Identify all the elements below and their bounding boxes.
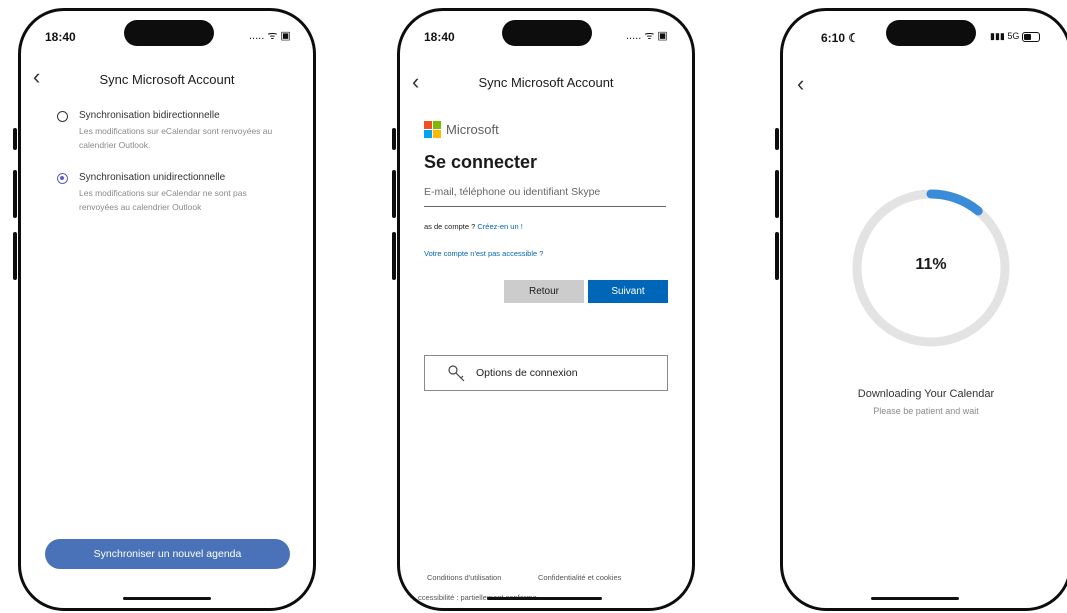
radio-button[interactable] — [57, 111, 68, 122]
status-time-label: 6:10 — [821, 31, 846, 45]
phone-sync-options: 18:40 ..... ᯤ ▣ ‹ Sync Microsoft Account… — [18, 8, 316, 611]
signin-options-button[interactable]: Options de connexion — [424, 355, 668, 391]
status-time: 18:40 — [45, 30, 76, 44]
option-title: Synchronisation unidirectionnelle — [79, 172, 226, 183]
back-icon[interactable]: ‹ — [797, 73, 804, 95]
side-button — [392, 232, 396, 280]
home-indicator — [487, 597, 602, 600]
option-unidirectional[interactable]: Synchronisation unidirectionnelle Les mo… — [57, 172, 291, 216]
email-field[interactable]: E-mail, téléphone ou identifiant Skype — [424, 186, 666, 207]
page-title: Sync Microsoft Account — [99, 72, 235, 87]
privacy-link[interactable]: Confidentialité et cookies — [538, 573, 621, 582]
email-placeholder: E-mail, téléphone ou identifiant Skype — [424, 186, 601, 198]
microsoft-logo-icon — [424, 121, 441, 138]
status-icons: ..... ᯤ ▣ — [626, 30, 668, 42]
no-account-label: as de compte ? — [424, 222, 478, 231]
terms-link[interactable]: Conditions d'utilisation — [427, 573, 501, 582]
side-button — [392, 170, 396, 218]
signin-options-label: Options de connexion — [476, 367, 578, 379]
status-time: 18:40 — [424, 30, 455, 44]
sync-new-calendar-button[interactable]: Synchroniser un nouvel agenda — [45, 539, 290, 569]
signin-heading: Se connecter — [424, 152, 538, 172]
status-icons: ..... ᯤ ▣ — [249, 30, 291, 42]
download-subtitle: Please be patient and wait — [873, 406, 979, 416]
page-title: Sync Microsoft Account — [478, 75, 614, 90]
side-button — [775, 232, 779, 280]
home-indicator — [123, 597, 211, 600]
no-account-text: as de compte ? Créez-en un ! — [424, 222, 523, 231]
dynamic-island — [502, 20, 592, 46]
phone-download-progress: 6:10 ☾ ▮▮▮ 5G ‹ 11% Downloading Your Cal… — [780, 8, 1067, 611]
option-description: Les modifications sur eCalendar ne sont … — [79, 188, 247, 212]
side-button — [13, 170, 17, 218]
side-button — [13, 128, 17, 150]
radio-button-selected[interactable] — [57, 173, 68, 184]
signal-icon: ▮▮▮ — [990, 31, 1005, 41]
option-title: Synchronisation bidirectionnelle — [79, 110, 220, 121]
side-button — [13, 232, 17, 280]
option-bidirectional[interactable]: Synchronisation bidirectionnelle Les mod… — [57, 110, 291, 154]
next-button[interactable]: Suivant — [588, 280, 668, 303]
home-indicator — [871, 597, 959, 600]
key-icon — [448, 365, 465, 382]
side-button — [775, 128, 779, 150]
status-time: 6:10 ☾ — [821, 31, 859, 45]
progress-percent: 11% — [915, 256, 947, 273]
side-button — [775, 170, 779, 218]
back-button[interactable]: Retour — [504, 280, 584, 303]
create-account-link[interactable]: Créez-en un ! — [477, 222, 522, 231]
dynamic-island — [124, 20, 214, 46]
account-inaccessible-link[interactable]: Votre compte n'est pas accessible ? — [424, 249, 543, 258]
status-icons: ▮▮▮ 5G — [990, 31, 1040, 42]
download-title: Downloading Your Calendar — [857, 388, 995, 400]
option-description: Les modifications sur eCalendar sont ren… — [79, 126, 273, 150]
phone-microsoft-signin: 18:40 ..... ᯤ ▣ ‹ Sync Microsoft Account… — [397, 8, 695, 611]
battery-icon — [1021, 31, 1040, 42]
dynamic-island — [886, 20, 976, 46]
side-button — [392, 128, 396, 150]
brand-name: Microsoft — [446, 122, 499, 137]
moon-icon: ☾ — [848, 31, 860, 45]
network-type: 5G — [1007, 31, 1020, 41]
